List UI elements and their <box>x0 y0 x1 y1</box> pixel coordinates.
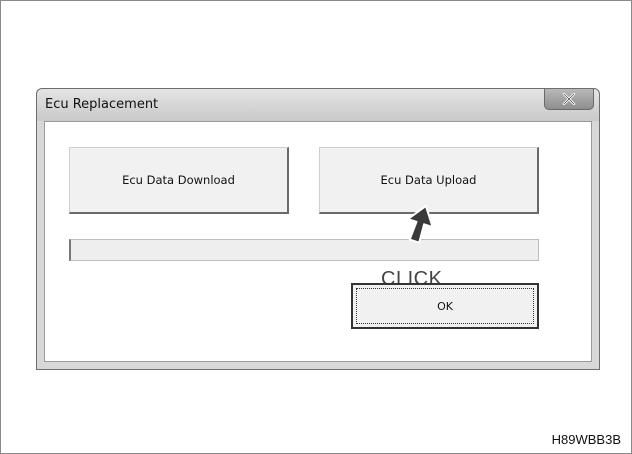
ok-button-label: OK <box>437 299 453 313</box>
title-bar: Ecu Replacement <box>37 89 599 121</box>
ecu-data-download-label: Ecu Data Download <box>122 173 235 187</box>
ecu-replacement-dialog: Ecu Replacement Ecu Data Download Ecu Da… <box>36 88 600 370</box>
ecu-data-download-button[interactable]: Ecu Data Download <box>69 147 289 214</box>
close-button[interactable] <box>544 89 594 110</box>
figure-code: H89WBB3B <box>551 432 621 447</box>
ecu-data-upload-label: Ecu Data Upload <box>380 173 477 187</box>
ok-button[interactable]: OK <box>351 283 539 329</box>
dialog-client-area: Ecu Data Download Ecu Data Upload CLICK … <box>44 121 592 362</box>
arrow-cursor-icon <box>403 203 437 249</box>
progress-bar <box>69 239 539 261</box>
figure-frame: Ecu Replacement Ecu Data Download Ecu Da… <box>0 0 632 454</box>
window-title: Ecu Replacement <box>45 97 159 112</box>
close-icon <box>562 93 576 105</box>
